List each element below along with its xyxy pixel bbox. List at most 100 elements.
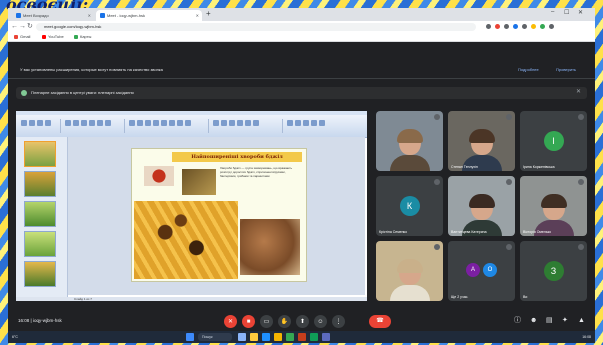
start-icon[interactable]	[186, 333, 194, 341]
slide-thumbnail[interactable]	[24, 201, 56, 227]
windows-taskbar: 6°C Пошук 16:08	[8, 331, 595, 343]
new-tab-button[interactable]: +	[206, 9, 211, 18]
participant-video	[396, 259, 423, 273]
participant-video	[396, 129, 423, 143]
bookmark-gmail[interactable]: Gmail	[14, 33, 30, 41]
slide-thumbnail[interactable]	[24, 171, 56, 197]
participant-video	[389, 285, 430, 301]
chat-icon[interactable]: ▤	[546, 317, 553, 325]
weather-widget[interactable]: 6°C	[12, 332, 18, 342]
check-link[interactable]: Проверить	[556, 67, 576, 72]
slide-photo	[240, 219, 300, 275]
mic-status-icon	[578, 179, 584, 185]
participant-avatar: І	[543, 131, 564, 151]
task-view-icon[interactable]	[238, 333, 246, 341]
chrome-icon[interactable]	[286, 333, 294, 341]
leave-call-button[interactable]: ☎	[369, 315, 391, 328]
mic-status-icon	[506, 244, 512, 250]
participant-tile[interactable]: І Ірина Корженівська	[520, 111, 587, 171]
participant-name: Крістіна Семенко	[379, 230, 408, 234]
powerpoint-statusbar: Слайд 1 из 7	[16, 297, 367, 301]
ribbon-group	[286, 119, 362, 133]
meet-icon	[16, 13, 21, 19]
participant-name: Ірина Корженівська	[523, 165, 555, 169]
taskbar-clock: 16:08	[582, 335, 591, 339]
captions-button[interactable]: ▭	[260, 315, 273, 328]
powerpoint-icon[interactable]	[298, 333, 306, 341]
explorer-icon[interactable]	[250, 333, 258, 341]
participant-video	[540, 194, 567, 208]
forward-icon[interactable]: →	[19, 23, 26, 31]
participant-tile[interactable]: Вікторія Омелько	[520, 176, 587, 236]
slide-thumbnail[interactable]	[24, 261, 56, 287]
participant-tile[interactable]: Степан Теплухін	[448, 111, 515, 171]
menu-icon[interactable]	[549, 24, 554, 29]
participant-name: Ви	[523, 295, 528, 299]
lock-icon[interactable]: ▲	[578, 317, 585, 325]
maximize-icon[interactable]: ☐	[564, 9, 569, 16]
extension-icon[interactable]	[495, 24, 500, 29]
close-tab-icon[interactable]: ✕	[88, 10, 91, 21]
bookmark-youtube[interactable]: YouTube	[42, 33, 64, 41]
minimize-icon[interactable]: –	[551, 9, 554, 15]
browser-tab-2[interactable]: Meet - ioqy-wjbm-hsk ✕	[96, 10, 202, 21]
warning-text: У вас установлены расширения, которые мо…	[20, 67, 163, 72]
profile-avatar[interactable]	[540, 24, 545, 29]
browser-tab-1[interactable]: Meet Возрадо ✕	[12, 10, 94, 21]
participant-tile[interactable]: З Ви	[520, 241, 587, 301]
extension-icon[interactable]	[513, 24, 518, 29]
meet-icon	[100, 13, 105, 19]
camera-off-button[interactable]: ■	[242, 315, 255, 328]
mic-off-button[interactable]: ✕	[224, 315, 237, 328]
slide-thumbnail[interactable]	[24, 141, 56, 167]
app-icon[interactable]	[310, 333, 318, 341]
powerpoint-ribbon	[16, 115, 367, 138]
present-button[interactable]: ⬆	[296, 315, 309, 328]
edge-icon[interactable]	[262, 333, 270, 341]
raise-hand-button[interactable]: ✋	[278, 315, 291, 328]
participant-tile[interactable]: А О Ще 2 учас.	[448, 241, 515, 301]
current-slide: Найпоширеніші хвороби бджіл Хвороби бджі…	[131, 148, 307, 282]
extension-icon[interactable]	[504, 24, 509, 29]
slide-thumbnail[interactable]	[24, 231, 56, 257]
reload-icon[interactable]: ↻	[27, 23, 33, 31]
participant-tile[interactable]: Вантинцева Катерина	[448, 176, 515, 236]
slide-photo	[144, 166, 174, 186]
slide-photo	[182, 169, 216, 195]
participant-avatar: К	[399, 196, 420, 216]
participant-tile[interactable]	[376, 111, 443, 171]
more-options-button[interactable]: ⋮	[332, 315, 345, 328]
details-link[interactable]: Подробнее	[518, 67, 539, 72]
meeting-info: 16:08 | ioqy-wjbm-hsk	[18, 318, 62, 323]
taskbar-search[interactable]: Пошук	[198, 333, 232, 341]
participant-video	[468, 194, 495, 208]
shared-presentation: Найпоширеніші хвороби бджіл Хвороби бджі…	[16, 111, 367, 301]
info-icon[interactable]: ⓘ	[514, 317, 521, 325]
participant-video	[389, 155, 430, 171]
participant-name: Вікторія Омелько	[523, 230, 552, 234]
extension-icon[interactable]	[486, 24, 491, 29]
mic-status-icon	[434, 179, 440, 185]
activities-icon[interactable]: ✦	[562, 317, 568, 325]
participant-tile[interactable]: К Крістіна Семенко	[376, 176, 443, 236]
slide-counter: Слайд 1 из 7	[74, 297, 92, 301]
close-notice-icon[interactable]: ✕	[576, 88, 581, 95]
extension-icon[interactable]	[531, 24, 536, 29]
ribbon-group	[212, 119, 283, 133]
participant-name: Степан Теплухін	[451, 165, 478, 169]
back-icon[interactable]: ←	[11, 23, 18, 31]
url-field[interactable]: meet.google.com/ioqy-wjbm-hsk	[36, 23, 476, 31]
bookmark-maps[interactable]: Карты	[74, 33, 91, 41]
slide-body-text: Хвороби бджіл — група захворювань, що вр…	[220, 166, 300, 178]
people-icon[interactable]: ☻	[530, 317, 537, 325]
extension-icons	[486, 24, 554, 30]
extension-icon[interactable]	[522, 24, 527, 29]
store-icon[interactable]	[274, 333, 282, 341]
reactions-button[interactable]: ☺	[314, 315, 327, 328]
ribbon-group	[128, 119, 209, 133]
close-window-icon[interactable]: ✕	[578, 9, 583, 16]
close-tab-icon[interactable]: ✕	[196, 10, 199, 21]
screenshot-window: Meet Возрадо ✕ Meet - ioqy-wjbm-hsk ✕ + – …	[8, 8, 595, 343]
participant-tile[interactable]	[376, 241, 443, 301]
app-icon[interactable]	[322, 333, 330, 341]
